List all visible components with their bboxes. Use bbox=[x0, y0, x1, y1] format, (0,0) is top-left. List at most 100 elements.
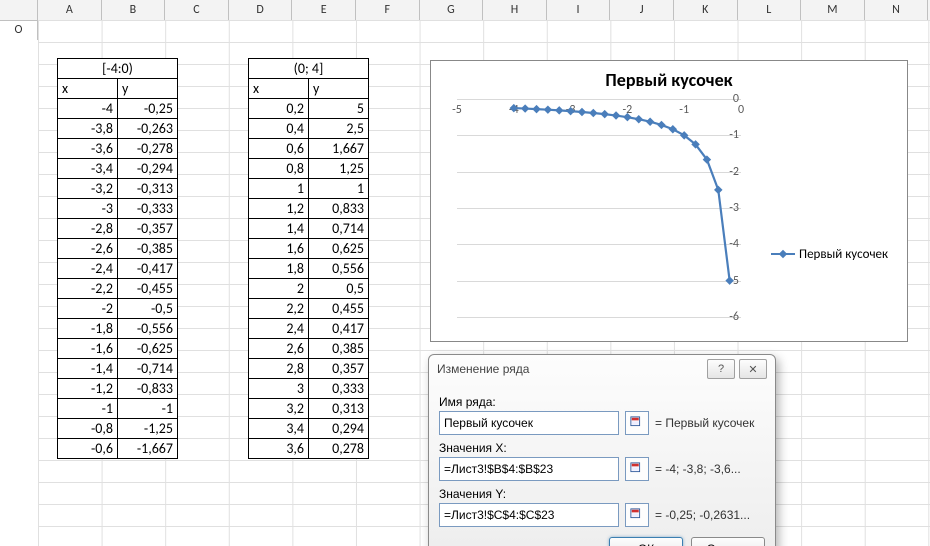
table-row[interactable]: -3,6-0,278 bbox=[58, 139, 178, 159]
x-cell[interactable]: -1 bbox=[58, 399, 118, 419]
x-cell[interactable]: 0,2 bbox=[249, 99, 309, 119]
table-row[interactable]: -2,6-0,385 bbox=[58, 239, 178, 259]
column-header[interactable]: C bbox=[165, 0, 229, 20]
x-cell[interactable]: 2,6 bbox=[249, 339, 309, 359]
range-picker-name-button[interactable] bbox=[625, 411, 649, 435]
y-cell[interactable]: 0,417 bbox=[309, 319, 369, 339]
column-header[interactable]: G bbox=[420, 0, 484, 20]
y-cell[interactable]: 1,667 bbox=[309, 139, 369, 159]
table-row[interactable]: 0,25 bbox=[249, 99, 369, 119]
x-values-input[interactable] bbox=[439, 457, 619, 481]
y-cell[interactable]: 0,333 bbox=[309, 379, 369, 399]
y-cell[interactable]: 1 bbox=[309, 179, 369, 199]
y-cell[interactable]: -0,357 bbox=[118, 219, 178, 239]
x-cell[interactable]: 2 bbox=[249, 279, 309, 299]
y-cell[interactable]: 0,278 bbox=[309, 439, 369, 459]
x-cell[interactable]: -2,6 bbox=[58, 239, 118, 259]
y-cell[interactable]: 5 bbox=[309, 99, 369, 119]
column-header[interactable]: J bbox=[610, 0, 674, 20]
table-row[interactable]: -0,6-1,667 bbox=[58, 439, 178, 459]
ok-button[interactable]: ОК bbox=[609, 537, 683, 546]
x-cell[interactable]: 1,8 bbox=[249, 259, 309, 279]
table-row[interactable]: -1,2-0,833 bbox=[58, 379, 178, 399]
y-cell[interactable]: -0,385 bbox=[118, 239, 178, 259]
y-cell[interactable]: -0,455 bbox=[118, 279, 178, 299]
grid-area[interactable]: [-4:0) x y -4-0,25-3,8-0,263-3,6-0,278-3… bbox=[0, 20, 930, 546]
column-header[interactable]: H bbox=[483, 0, 547, 20]
x-cell[interactable]: 2,4 bbox=[249, 319, 309, 339]
table-row[interactable]: 1,40,714 bbox=[249, 219, 369, 239]
table-row[interactable]: 11 bbox=[249, 179, 369, 199]
x-cell[interactable]: -2 bbox=[58, 299, 118, 319]
table-row[interactable]: -2,4-0,417 bbox=[58, 259, 178, 279]
y-cell[interactable]: -0,714 bbox=[118, 359, 178, 379]
table-row[interactable]: -1,8-0,556 bbox=[58, 319, 178, 339]
x-cell[interactable]: 0,4 bbox=[249, 119, 309, 139]
y-cell[interactable]: 0,294 bbox=[309, 419, 369, 439]
table-row[interactable]: 20,5 bbox=[249, 279, 369, 299]
y-cell[interactable]: 0,385 bbox=[309, 339, 369, 359]
x-cell[interactable]: -1,4 bbox=[58, 359, 118, 379]
table-row[interactable]: -3,4-0,294 bbox=[58, 159, 178, 179]
y-cell[interactable]: -0,417 bbox=[118, 259, 178, 279]
x-cell[interactable]: 3,4 bbox=[249, 419, 309, 439]
table-row[interactable]: 3,60,278 bbox=[249, 439, 369, 459]
table-row[interactable]: 1,80,556 bbox=[249, 259, 369, 279]
y-cell[interactable]: -1,667 bbox=[118, 439, 178, 459]
embedded-chart[interactable]: Первый кусочек 0-1-2-3-4-5-6-5-4-3-2-10 … bbox=[430, 60, 908, 342]
column-header[interactable]: D bbox=[229, 0, 293, 20]
y-cell[interactable]: -0,333 bbox=[118, 199, 178, 219]
column-header[interactable]: E bbox=[292, 0, 356, 20]
range-picker-x-button[interactable] bbox=[625, 457, 649, 481]
x-cell[interactable]: 2,2 bbox=[249, 299, 309, 319]
x-cell[interactable]: -3,4 bbox=[58, 159, 118, 179]
y-cell[interactable]: 0,455 bbox=[309, 299, 369, 319]
y-cell[interactable]: -0,294 bbox=[118, 159, 178, 179]
cancel-button[interactable]: Отмена bbox=[691, 537, 765, 546]
table-row[interactable]: -1-1 bbox=[58, 399, 178, 419]
table-row[interactable]: 0,81,25 bbox=[249, 159, 369, 179]
y-cell[interactable]: 0,5 bbox=[309, 279, 369, 299]
y-cell[interactable]: -0,5 bbox=[118, 299, 178, 319]
x-cell[interactable]: -4 bbox=[58, 99, 118, 119]
range-picker-y-button[interactable] bbox=[625, 503, 649, 527]
x-cell[interactable]: 1 bbox=[249, 179, 309, 199]
y-cell[interactable]: 1,25 bbox=[309, 159, 369, 179]
data-table-left[interactable]: [-4:0) x y -4-0,25-3,8-0,263-3,6-0,278-3… bbox=[57, 58, 178, 459]
series-name-input[interactable] bbox=[439, 411, 619, 435]
table-row[interactable]: -1,4-0,714 bbox=[58, 359, 178, 379]
table-row[interactable]: -2-0,5 bbox=[58, 299, 178, 319]
y-cell[interactable]: -1 bbox=[118, 399, 178, 419]
y-cell[interactable]: -0,833 bbox=[118, 379, 178, 399]
data-table-right[interactable]: (0; 4] x y 0,250,42,50,61,6670,81,25111,… bbox=[248, 58, 369, 459]
table-row[interactable]: -3,8-0,263 bbox=[58, 119, 178, 139]
table-row[interactable]: 3,20,313 bbox=[249, 399, 369, 419]
y-cell[interactable]: 0,313 bbox=[309, 399, 369, 419]
x-cell[interactable]: -3,8 bbox=[58, 119, 118, 139]
x-cell[interactable]: -1,2 bbox=[58, 379, 118, 399]
column-header[interactable]: N bbox=[865, 0, 929, 20]
table-row[interactable]: 0,42,5 bbox=[249, 119, 369, 139]
x-cell[interactable]: -2,4 bbox=[58, 259, 118, 279]
help-button[interactable]: ? bbox=[707, 359, 735, 379]
table-row[interactable]: 0,61,667 bbox=[249, 139, 369, 159]
y-cell[interactable]: -0,556 bbox=[118, 319, 178, 339]
x-cell[interactable]: -2,8 bbox=[58, 219, 118, 239]
y-cell[interactable]: -0,263 bbox=[118, 119, 178, 139]
y-cell[interactable]: -1,25 bbox=[118, 419, 178, 439]
x-cell[interactable]: -0,8 bbox=[58, 419, 118, 439]
table-row[interactable]: 3,40,294 bbox=[249, 419, 369, 439]
table-row[interactable]: -4-0,25 bbox=[58, 99, 178, 119]
x-cell[interactable]: 2,8 bbox=[249, 359, 309, 379]
x-cell[interactable]: -3,6 bbox=[58, 139, 118, 159]
x-cell[interactable]: -1,6 bbox=[58, 339, 118, 359]
x-cell[interactable]: 3 bbox=[249, 379, 309, 399]
x-cell[interactable]: -0,6 bbox=[58, 439, 118, 459]
y-cell[interactable]: -0,313 bbox=[118, 179, 178, 199]
table-row[interactable]: 2,20,455 bbox=[249, 299, 369, 319]
x-cell[interactable]: 3,2 bbox=[249, 399, 309, 419]
column-header[interactable]: K bbox=[674, 0, 738, 20]
x-cell[interactable]: 1,4 bbox=[249, 219, 309, 239]
y-cell[interactable]: 0,625 bbox=[309, 239, 369, 259]
y-cell[interactable]: 0,714 bbox=[309, 219, 369, 239]
